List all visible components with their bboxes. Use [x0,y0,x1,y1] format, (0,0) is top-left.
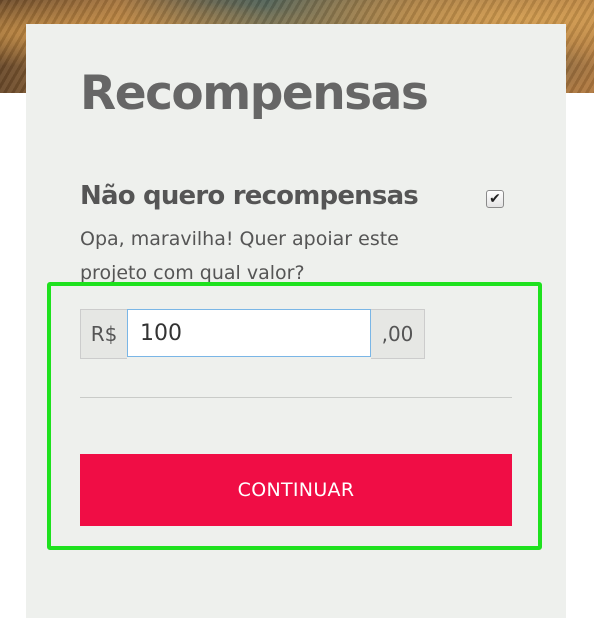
divider [80,397,512,398]
continue-button[interactable]: CONTINUAR [80,454,512,526]
page-title: Recompensas [80,66,429,121]
amount-input-group: R$ ,00 [80,309,425,359]
no-reward-checkbox[interactable]: ✔ [486,190,504,208]
no-reward-label: Não quero recompensas [80,181,419,211]
rewards-panel: Recompensas Não quero recompensas ✔ Opa,… [26,24,566,618]
amount-input[interactable] [127,309,371,357]
support-description: Opa, maravilha! Quer apoiar este projeto… [80,228,399,284]
currency-prefix: R$ [80,309,127,359]
checkmark-icon: ✔ [489,191,501,207]
cents-suffix: ,00 [371,309,425,359]
